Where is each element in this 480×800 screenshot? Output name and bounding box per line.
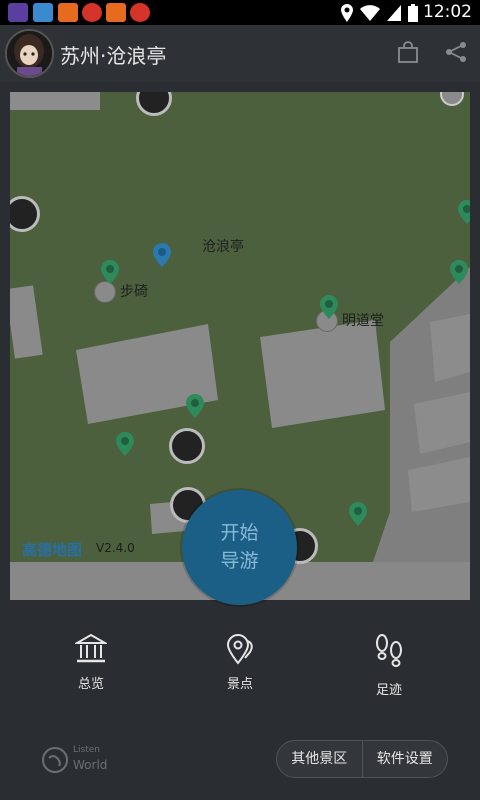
taobao-icon [58, 3, 78, 22]
map-pin-icon[interactable] [186, 394, 204, 418]
avatar[interactable] [5, 29, 54, 78]
action-button-group: 其他景区 软件设置 [276, 740, 448, 778]
map-pin-icon[interactable] [450, 260, 468, 284]
footprints-button[interactable]: 足迹 [344, 633, 434, 698]
brand-line2: World [73, 758, 108, 772]
listen-world-logo: Listen World [40, 743, 114, 777]
photo-spot-pin[interactable] [169, 428, 205, 464]
clock: 12:02 [423, 2, 472, 22]
avatar-illustration [7, 31, 52, 76]
start-tour-label-2: 导游 [220, 550, 259, 572]
share-icon[interactable] [444, 40, 468, 64]
map-label-canglang: 沧浪亭 [202, 239, 244, 255]
map-pin-icon[interactable] [153, 243, 171, 267]
battery-icon [408, 3, 418, 22]
bottom-panel: 总览 景点 足迹 Listen World 其他景区 软件设置 [10, 600, 470, 800]
map-pin-icon[interactable] [116, 432, 134, 456]
museum-icon [94, 281, 116, 303]
map-pin-icon[interactable] [320, 295, 338, 319]
start-tour-button[interactable]: 开始 导游 [182, 490, 297, 605]
cyberlink-icon [8, 3, 28, 22]
footprints-label: 足迹 [375, 683, 402, 698]
spots-button[interactable]: 景点 [195, 633, 285, 692]
footprints-icon [376, 634, 402, 667]
brand-line1: Listen [73, 745, 100, 755]
target-app-icon [82, 3, 102, 22]
app-screen: 12:02 苏州·沧浪亭 沧浪亭 步碕 明道堂 高德地图 V2.4.0 总览 景… [0, 0, 480, 800]
map-version: V2.4.0 [96, 541, 135, 555]
status-bar: 12:02 [0, 0, 480, 25]
cloud-app-icon [33, 3, 53, 22]
other-areas-button[interactable]: 其他景区 [277, 741, 362, 777]
map-provider-logo: 高德地图 [22, 541, 83, 559]
overview-button[interactable]: 总览 [46, 633, 136, 692]
map-marker-icon [226, 634, 253, 665]
museum-icon [75, 633, 107, 663]
settings-button[interactable]: 软件设置 [363, 741, 448, 777]
start-tour-label-1: 开始 [220, 522, 259, 544]
map-pin-icon[interactable] [101, 260, 119, 284]
globe-icon [42, 747, 68, 773]
shopping-bag-icon[interactable] [396, 40, 420, 64]
overview-label: 总览 [77, 677, 104, 692]
system-icons [341, 3, 418, 22]
wifi-icon [360, 4, 380, 21]
location-icon [341, 3, 353, 22]
spots-label: 景点 [226, 677, 253, 692]
signal-icon [387, 4, 401, 21]
map-pin-icon[interactable] [458, 200, 470, 224]
map-label-buchi[interactable]: 步碕 [94, 281, 148, 303]
page-title: 苏州·沧浪亭 [60, 44, 167, 68]
app-bar: 苏州·沧浪亭 [0, 25, 480, 82]
taobao-icon [106, 3, 126, 22]
target-app-icon [130, 3, 150, 22]
map-pin-icon[interactable] [349, 502, 367, 526]
